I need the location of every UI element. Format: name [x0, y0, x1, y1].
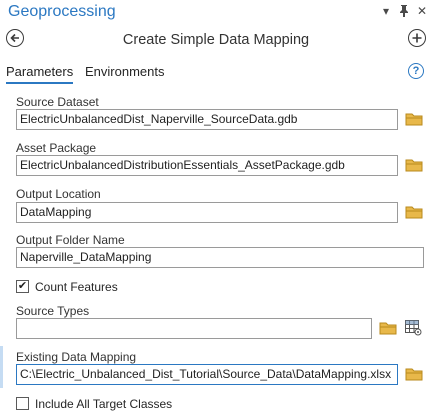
source-dataset-input[interactable]: ElectricUnbalancedDist_Naperville_Source…	[16, 109, 398, 130]
existing-data-mapping-label: Existing Data Mapping	[16, 350, 137, 364]
count-features-checkbox[interactable]: ✔	[16, 280, 29, 293]
add-button[interactable]	[408, 29, 426, 47]
existing-data-mapping-input[interactable]: C:\Electric_Unbalanced_Dist_Tutorial\Sou…	[16, 364, 398, 385]
tab-environments[interactable]: Environments	[85, 64, 164, 82]
table-options-icon[interactable]	[405, 320, 422, 336]
help-icon[interactable]: ?	[408, 63, 424, 79]
output-folder-name-label: Output Folder Name	[16, 233, 125, 247]
folder-icon[interactable]	[405, 205, 423, 219]
folder-icon[interactable]	[405, 158, 423, 172]
tab-parameters[interactable]: Parameters	[6, 64, 74, 84]
tool-title: Create Simple Data Mapping	[122, 32, 310, 48]
asset-package-input[interactable]: ElectricUnbalancedDistributionEssentials…	[16, 155, 398, 176]
folder-icon[interactable]	[405, 367, 423, 381]
close-icon[interactable]: ✕	[414, 3, 430, 19]
pin-icon[interactable]	[396, 3, 412, 19]
active-parameter-indicator	[0, 346, 3, 388]
app-title: Geoprocessing	[8, 3, 116, 20]
count-features-label: Count Features	[35, 280, 118, 294]
folder-icon[interactable]	[405, 112, 423, 126]
source-dataset-label: Source Dataset	[16, 95, 99, 109]
source-types-label: Source Types	[16, 304, 90, 318]
output-folder-name-input[interactable]: Naperville_DataMapping	[16, 247, 424, 268]
output-location-input[interactable]: DataMapping	[16, 202, 398, 223]
asset-package-label: Asset Package	[16, 141, 97, 155]
source-types-input[interactable]	[16, 318, 372, 339]
output-location-label: Output Location	[16, 187, 101, 201]
folder-icon[interactable]	[379, 321, 397, 335]
panel-menu-icon[interactable]: ▾	[378, 3, 394, 19]
plus-icon	[412, 33, 422, 43]
include-all-target-classes-checkbox[interactable]	[16, 397, 29, 410]
include-all-target-classes-label: Include All Target Classes	[35, 397, 173, 411]
